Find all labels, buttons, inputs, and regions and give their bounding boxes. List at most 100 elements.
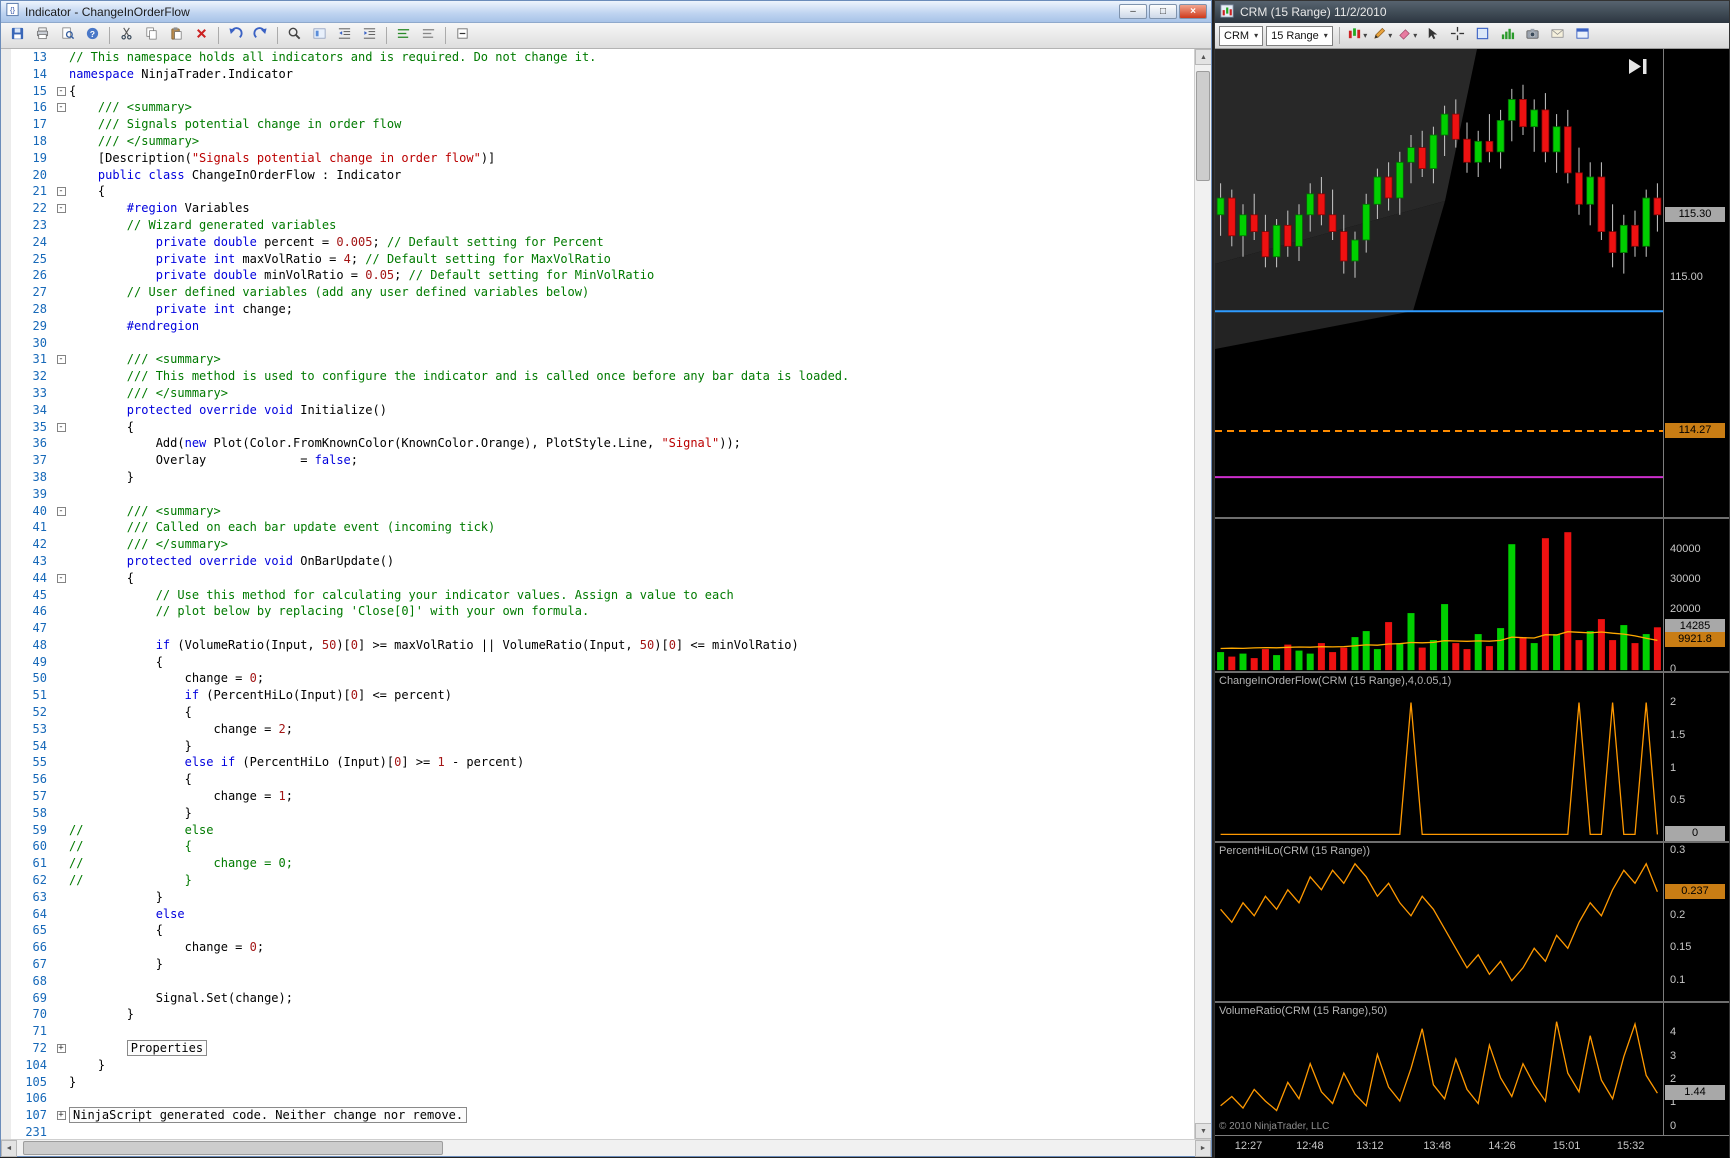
volume-axis[interactable]: 40000 30000 20000 0 14285 9921.8: [1663, 519, 1729, 675]
price-axis[interactable]: 115.00 115.30 114.27: [1663, 49, 1729, 517]
chart-style-button[interactable]: ▾: [1346, 25, 1369, 47]
code-text[interactable]: else if (PercentHiLo (Input)[0] >= 1 - p…: [69, 754, 1194, 771]
instrument-combo[interactable]: CRM ▾: [1219, 25, 1264, 46]
copy-button[interactable]: [140, 25, 163, 47]
volume-chart[interactable]: [1215, 519, 1663, 671]
code-text[interactable]: /// </summary>: [69, 536, 1194, 553]
percenthilo-panel[interactable]: PercentHiLo(CRM (15 Range)) 0.3 0.2 0.15 0.…: [1215, 843, 1729, 1001]
vr-axis[interactable]: 4 3 2 1 0 1.44: [1663, 1003, 1729, 1135]
code-text[interactable]: NinjaScript generated code. Neither chan…: [69, 1107, 1194, 1124]
code-text[interactable]: // Use this method for calculating your …: [69, 587, 1194, 604]
code-text[interactable]: namespace NinjaTrader.Indicator: [69, 66, 1194, 83]
code-text[interactable]: [Description("Signals potential change i…: [69, 150, 1194, 167]
code-text[interactable]: [69, 620, 1194, 637]
volumeratio-panel[interactable]: VolumeRatio(CRM (15 Range),50) © 2010 Ni…: [1215, 1003, 1729, 1135]
code-text[interactable]: // }: [69, 872, 1194, 889]
code-text[interactable]: }: [69, 1006, 1194, 1023]
undo-button[interactable]: [224, 25, 247, 47]
editor-titlebar[interactable]: {} Indicator - ChangeInOrderFlow – □ ×: [1, 1, 1211, 23]
code-text[interactable]: [69, 1090, 1194, 1107]
code-text[interactable]: {: [69, 922, 1194, 939]
code-text[interactable]: private int change;: [69, 301, 1194, 318]
scroll-down-icon[interactable]: ▼: [1195, 1123, 1211, 1139]
code-text[interactable]: {: [69, 654, 1194, 671]
code-text[interactable]: Properties: [69, 1040, 1194, 1057]
editor-horizontal-scrollbar[interactable]: ◄ ►: [1, 1139, 1211, 1157]
code-text[interactable]: }: [69, 469, 1194, 486]
code-text[interactable]: // plot below by replacing 'Close[0]' wi…: [69, 603, 1194, 620]
code-text[interactable]: /// </summary>: [69, 385, 1194, 402]
fold-toggle[interactable]: -: [56, 355, 66, 365]
fold-toggle[interactable]: -: [56, 506, 66, 516]
code-text[interactable]: // else: [69, 822, 1194, 839]
code-text[interactable]: if (VolumeRatio(Input, 50)[0] >= maxVolR…: [69, 637, 1194, 654]
fold-toggle[interactable]: -: [56, 103, 66, 113]
period-combo[interactable]: 15 Range ▾: [1266, 25, 1333, 46]
code-text[interactable]: {: [69, 570, 1194, 587]
horizontal-scrollbar-thumb[interactable]: [23, 1141, 443, 1155]
pen-button[interactable]: ▾: [1371, 25, 1394, 47]
code-text[interactable]: /// Signals potential change in order fl…: [69, 116, 1194, 133]
code-text[interactable]: // {: [69, 838, 1194, 855]
code-text[interactable]: /// <summary>: [69, 503, 1194, 520]
code-text[interactable]: change = 2;: [69, 721, 1194, 738]
code-text[interactable]: /// </summary>: [69, 133, 1194, 150]
camera-button[interactable]: [1521, 25, 1544, 47]
code-text[interactable]: {: [69, 771, 1194, 788]
phl-axis[interactable]: 0.3 0.2 0.15 0.1 0.237: [1663, 843, 1729, 1001]
panel-button[interactable]: [1571, 25, 1594, 47]
code-text[interactable]: }: [69, 1074, 1194, 1091]
code-text[interactable]: [69, 486, 1194, 503]
fold-toggle[interactable]: -: [56, 86, 66, 96]
crosshair-button[interactable]: [1446, 25, 1469, 47]
find-button[interactable]: [283, 25, 306, 47]
scroll-up-icon[interactable]: ▲: [1195, 49, 1211, 65]
code-text[interactable]: }: [69, 1057, 1194, 1074]
code-text[interactable]: // Wizard generated variables: [69, 217, 1194, 234]
comment-button[interactable]: [392, 25, 415, 47]
uncomment-button[interactable]: [417, 25, 440, 47]
code-text[interactable]: #region Variables: [69, 200, 1194, 217]
code-text[interactable]: private double minVolRatio = 0.05; // De…: [69, 267, 1194, 284]
region-button[interactable]: [1471, 25, 1494, 47]
editor-vertical-scrollbar[interactable]: ▲ ▼: [1194, 49, 1211, 1139]
code-text[interactable]: }: [69, 956, 1194, 973]
indicator-button[interactable]: [1496, 25, 1519, 47]
ciof-chart[interactable]: [1215, 673, 1663, 841]
collapse-button[interactable]: [451, 25, 474, 47]
chart-titlebar[interactable]: CRM (15 Range) 11/2/2010: [1215, 1, 1729, 23]
save-button[interactable]: [6, 25, 29, 47]
fold-toggle[interactable]: -: [56, 204, 66, 214]
code-text[interactable]: {: [69, 183, 1194, 200]
print-button[interactable]: [31, 25, 54, 47]
code-text[interactable]: [69, 335, 1194, 352]
code-text[interactable]: Overlay = false;: [69, 452, 1194, 469]
cut-button[interactable]: [115, 25, 138, 47]
changeinorderflow-panel[interactable]: ChangeInOrderFlow(CRM (15 Range),4,0.05,…: [1215, 673, 1729, 842]
code-text[interactable]: // This namespace holds all indicators a…: [69, 49, 1194, 66]
scroll-right-icon[interactable]: ►: [1195, 1140, 1211, 1157]
code-text[interactable]: }: [69, 738, 1194, 755]
code-text[interactable]: [69, 1124, 1194, 1139]
indent-increase-button[interactable]: [358, 25, 381, 47]
code-text[interactable]: public class ChangeInOrderFlow : Indicat…: [69, 167, 1194, 184]
code-area[interactable]: 13 // This namespace holds all indicators…: [1, 49, 1194, 1139]
code-text[interactable]: // change = 0;: [69, 855, 1194, 872]
fold-toggle[interactable]: -: [56, 187, 66, 197]
code-text[interactable]: {: [69, 704, 1194, 721]
code-text[interactable]: private int maxVolRatio = 4; // Default …: [69, 251, 1194, 268]
indent-decrease-button[interactable]: [333, 25, 356, 47]
price-chart[interactable]: [1215, 49, 1663, 517]
redo-button[interactable]: [249, 25, 272, 47]
code-text[interactable]: private double percent = 0.005; // Defau…: [69, 234, 1194, 251]
code-text[interactable]: change = 0;: [69, 939, 1194, 956]
price-panel[interactable]: 115.00 115.30 114.27: [1215, 49, 1729, 517]
code-text[interactable]: change = 0;: [69, 670, 1194, 687]
scroll-left-icon[interactable]: ◄: [1, 1140, 17, 1157]
code-text[interactable]: change = 1;: [69, 788, 1194, 805]
volume-panel[interactable]: 40000 30000 20000 0 14285 9921.8: [1215, 519, 1729, 675]
fold-toggle[interactable]: -: [56, 573, 66, 583]
close-button[interactable]: ×: [1179, 4, 1207, 19]
maximize-button[interactable]: □: [1149, 4, 1177, 19]
code-text[interactable]: {: [69, 419, 1194, 436]
